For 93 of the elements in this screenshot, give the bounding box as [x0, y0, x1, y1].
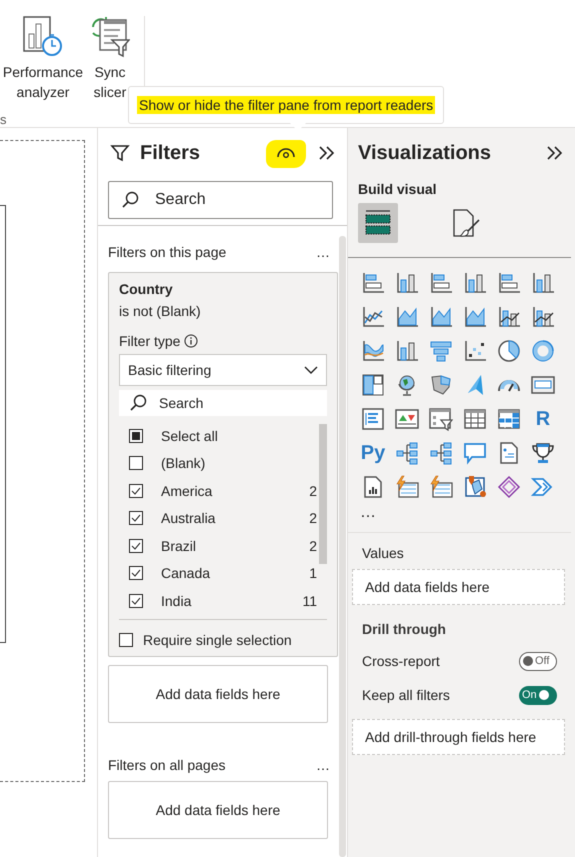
speech-bubble-icon[interactable] [463, 441, 487, 465]
field-name: Country [119, 281, 174, 297]
field-wells-icon [364, 209, 392, 237]
values-label: Values [362, 545, 405, 561]
more-options-button[interactable]: … [316, 244, 331, 260]
stopwatch-chart-icon [23, 16, 63, 58]
drill-through-title: Drill through [362, 621, 447, 637]
treemap-icon[interactable] [361, 373, 385, 397]
filter-list-item[interactable]: America 2 [119, 477, 319, 504]
filter-list-item[interactable]: Select all [119, 422, 319, 450]
filter-condition: is not (Blank) [119, 303, 202, 319]
visualizations-title: Visualizations [358, 142, 492, 164]
column-chart-icon[interactable] [531, 271, 555, 295]
section-title: Filters on this page [108, 244, 226, 260]
decomposition-tree-icon[interactable] [429, 441, 453, 465]
scatter-chart-icon[interactable] [463, 339, 487, 363]
script-visual-label[interactable]: Py [360, 440, 386, 466]
lightning-visual-icon[interactable] [395, 475, 419, 499]
column-chart-icon[interactable] [395, 271, 419, 295]
combo-chart-icon[interactable] [497, 305, 521, 329]
filter-list-item[interactable]: Brazil 2 [119, 532, 319, 560]
chevron-visual-icon[interactable] [531, 475, 555, 499]
search-icon [121, 191, 139, 209]
filter-funnel-icon [110, 143, 130, 163]
more-options-button[interactable]: … [316, 756, 331, 772]
drop-zone[interactable]: Add data fields here [108, 780, 328, 838]
funnel-chart-icon[interactable] [429, 339, 453, 363]
filter-type-label: Filter type [119, 333, 180, 349]
info-icon [184, 334, 198, 348]
scrollbar[interactable] [319, 424, 327, 564]
filter-list-item[interactable]: India 11 [119, 587, 319, 614]
group-label: s [0, 112, 6, 127]
area-chart-icon[interactable] [463, 305, 487, 329]
pie-chart-icon[interactable] [497, 339, 521, 363]
build-visual-label: Build visual [358, 181, 438, 197]
drop-zone[interactable]: Add data fields here [108, 664, 328, 722]
toggle-switch[interactable]: Off [519, 652, 557, 670]
toggle-label: Keep all filters [362, 687, 450, 703]
checkbox[interactable] [129, 511, 143, 526]
sync-slicers-button[interactable]: Sync slicer [90, 16, 130, 102]
lightning-visual-icon[interactable] [429, 475, 453, 499]
area-chart-icon[interactable] [429, 305, 453, 329]
column-chart-icon[interactable] [463, 271, 487, 295]
eye-icon[interactable] [276, 147, 296, 159]
map-icon[interactable] [429, 373, 453, 397]
filter-list-item[interactable]: Canada 1 [119, 560, 319, 587]
script-visual-label[interactable]: R [536, 406, 550, 432]
column-chart-icon[interactable] [395, 339, 419, 363]
collapse-icon[interactable] [318, 144, 335, 162]
filter-list-item[interactable]: (Blank) [119, 450, 319, 477]
ribbon-chart-icon[interactable] [361, 339, 385, 363]
drop-zone[interactable]: Add drill-through fields here [352, 719, 565, 755]
build-visual-tab[interactable] [358, 203, 398, 243]
slicer-icon[interactable] [429, 407, 453, 431]
bar-chart-icon[interactable] [429, 271, 453, 295]
bar-chart-icon[interactable] [361, 271, 385, 295]
sync-funnel-icon [90, 16, 130, 58]
toggle-label: Cross-report [362, 653, 440, 669]
checkbox[interactable] [129, 484, 143, 498]
performance-analyzer-button[interactable]: Performance analyzer [0, 16, 86, 102]
table-icon[interactable] [463, 407, 487, 431]
filters-title: Filters [140, 142, 202, 164]
checkbox[interactable] [129, 428, 143, 443]
chevron-down-icon [304, 366, 318, 374]
matrix-icon[interactable] [497, 407, 521, 431]
list-card-icon[interactable] [361, 407, 385, 431]
donut-chart-icon[interactable] [531, 339, 555, 363]
checkbox[interactable] [129, 456, 143, 470]
filter-type-dropdown[interactable]: Basic filtering [119, 354, 327, 386]
decomposition-tree-icon[interactable] [395, 441, 419, 465]
format-brush-icon [451, 208, 481, 238]
toggle-switch[interactable]: On [519, 686, 557, 704]
collapse-icon[interactable] [546, 144, 563, 162]
checkbox[interactable] [129, 594, 143, 608]
combo-chart-icon[interactable] [531, 305, 555, 329]
search-icon [129, 394, 147, 412]
bar-chart-icon[interactable] [497, 271, 521, 295]
area-chart-icon[interactable] [395, 305, 419, 329]
search-field[interactable]: Search [119, 390, 327, 416]
trophy-icon[interactable] [531, 441, 555, 465]
checkbox[interactable] [129, 538, 143, 553]
require-single-selection-checkbox[interactable]: Require single selection [119, 632, 337, 648]
checkbox[interactable] [129, 566, 143, 580]
more-visuals-button[interactable]: … [360, 504, 575, 522]
diamond-icon[interactable] [497, 475, 521, 499]
scrollbar[interactable] [339, 236, 346, 857]
search-field[interactable]: Search [108, 181, 333, 219]
section-title: Filters on all pages [108, 756, 226, 772]
line-chart-icon[interactable] [361, 305, 385, 329]
kpi-icon[interactable] [395, 407, 419, 431]
filter-list-item[interactable]: Australia 2 [119, 504, 319, 532]
map-pin-icon[interactable] [463, 475, 487, 499]
drop-zone[interactable]: Add data fields here [352, 569, 565, 605]
